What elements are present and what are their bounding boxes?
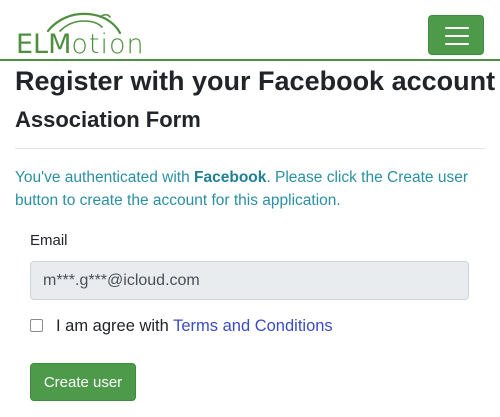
brand-text-elm: ELM <box>16 29 72 60</box>
create-user-button[interactable]: Create user <box>30 363 136 401</box>
auth-info-message: You've authenticated with Facebook. Plea… <box>15 166 485 212</box>
info-provider: Facebook <box>194 169 267 186</box>
form-subtitle: Association Form <box>15 107 201 132</box>
agree-label: I am agree with <box>56 317 174 335</box>
info-prefix: You've authenticated with <box>15 169 195 186</box>
navbar-toggle-button[interactable] <box>428 15 484 55</box>
top-navbar: ELMotion <box>0 0 500 61</box>
terms-checkbox[interactable] <box>30 319 43 332</box>
terms-agree-text: I am agree with Terms and Conditions <box>56 315 333 337</box>
brand-text: ELMotion <box>16 30 145 60</box>
section-divider <box>15 148 485 149</box>
email-label: Email <box>30 232 68 249</box>
page-title: Register with your Facebook account <box>15 66 496 96</box>
brand-logo[interactable]: ELMotion <box>14 9 144 60</box>
brand-text-otion: otion <box>71 29 145 60</box>
terms-link[interactable]: Terms and Conditions <box>173 317 333 335</box>
email-field[interactable] <box>30 261 469 300</box>
